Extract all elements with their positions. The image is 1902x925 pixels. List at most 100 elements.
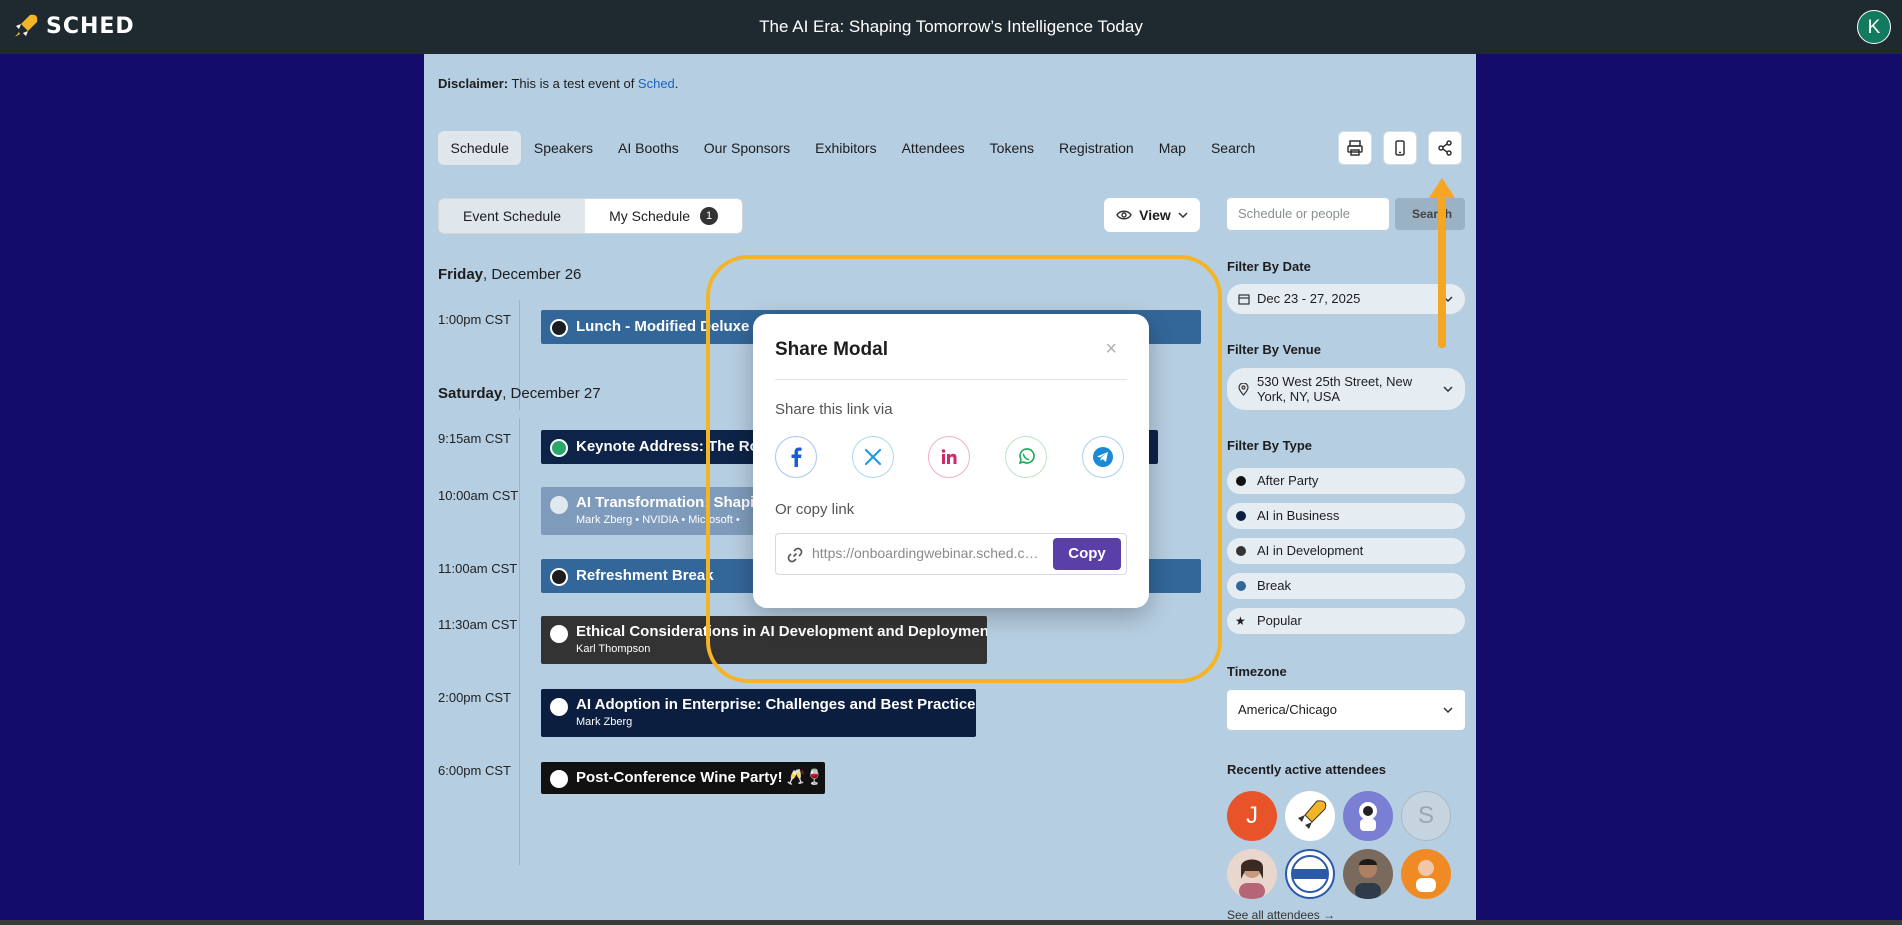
filter-date-label: Filter By Date [1227,259,1311,274]
session-time: 10:00am CST [438,488,519,503]
share-url[interactable]: https://onboardingwebinar.sched.com/ [812,545,1042,561]
mobile-button[interactable] [1383,131,1417,165]
session-title: AI Adoption in Enterprise: Challenges an… [576,696,976,713]
session-time: 2:00pm CST [438,690,511,705]
type-color-dot [1236,476,1246,486]
facebook-icon [791,447,802,467]
x-share-button[interactable] [852,436,894,478]
copy-link-field[interactable]: https://onboardingwebinar.sched.com/ Cop… [775,533,1127,575]
nav-ai-booths[interactable]: AI Booths [606,131,692,165]
printer-icon [1347,140,1363,156]
x-twitter-icon [864,448,882,466]
attendee-avatar[interactable] [1285,849,1335,899]
session-speakers: Mark Zberg [576,716,633,728]
disclaimer-text: This is a test event of [508,76,638,91]
pointer-arrow-icon [1429,178,1455,348]
user-avatar[interactable]: K [1857,10,1891,44]
linkedin-share-button[interactable] [928,436,970,478]
session-marker-icon[interactable] [550,770,568,788]
attendee-avatar[interactable]: S [1401,791,1451,841]
session-title: Post-Conference Wine Party! 🥂🍷 [576,769,825,786]
attendee-avatar[interactable] [1343,791,1393,841]
session-time: 11:30am CST [438,617,518,632]
nav-schedule[interactable]: Schedule [438,131,522,165]
nav-search[interactable]: Search [1198,131,1267,165]
my-schedule-count: 1 [700,207,719,225]
type-ai-in-business[interactable]: AI in Business [1227,503,1465,529]
session-marker-icon[interactable] [550,568,568,586]
day-weekday: Friday [438,266,484,283]
type-color-dot [1236,546,1246,556]
nav-map[interactable]: Map [1146,131,1198,165]
bottom-strip [0,920,1902,925]
filter-venue-value: 530 West 25th Street, New York, NY, USA [1257,374,1413,404]
copy-button[interactable]: Copy [1053,538,1121,570]
facebook-share-button[interactable] [775,436,817,478]
session-time: 11:00am CST [438,561,518,576]
search-input[interactable]: Schedule or people [1227,198,1389,230]
attendee-avatar[interactable] [1401,849,1451,899]
telegram-share-button[interactable] [1082,436,1124,478]
filter-type-label: Filter By Type [1227,438,1313,453]
chevron-down-icon [1443,707,1453,713]
telegram-icon [1093,447,1113,467]
nav-exhibitors[interactable]: Exhibitors [803,131,889,165]
person-photo-icon [1355,859,1381,899]
type-popular[interactable]: ★ Popular [1227,608,1465,634]
star-icon: ★ [1235,614,1246,628]
timeline-line [519,418,520,865]
day-heading-saturday: Saturday, December 27 [438,385,601,402]
session-marker-icon[interactable] [550,625,568,643]
nav-tokens[interactable]: Tokens [977,131,1046,165]
type-break[interactable]: Break [1227,573,1465,599]
timezone-select[interactable]: America/Chicago [1227,690,1465,730]
chevron-down-icon [1443,386,1453,392]
share-modal: Share Modal × Share this link via Or cop… [753,314,1149,608]
session-marker-icon[interactable] [550,698,568,716]
filter-venue-select[interactable]: 530 West 25th Street, New York, NY, USA [1227,368,1465,410]
main-nav: Schedule Speakers AI Booths Our Sponsors… [438,131,1268,165]
person-photo-icon [1239,859,1265,899]
session-marker-icon[interactable] [550,496,568,514]
session-ethical-considerations[interactable]: Ethical Considerations in AI Development… [541,616,987,664]
day-heading-friday: Friday, December 26 [438,266,581,283]
share-button[interactable] [1428,131,1462,165]
whatsapp-icon [1018,448,1035,465]
tab-event-schedule[interactable]: Event Schedule [439,199,586,233]
print-button[interactable] [1338,131,1372,165]
top-bar: SCHED The AI Era: Shaping Tomorrow’s Int… [0,0,1902,54]
calendar-icon [1238,294,1250,305]
close-icon[interactable]: × [1105,338,1117,361]
type-label: Break [1257,578,1291,593]
attendee-avatar[interactable] [1227,849,1277,899]
session-wine-party[interactable]: Post-Conference Wine Party! 🥂🍷 [541,762,825,794]
session-time: 9:15am CST [438,431,511,446]
type-label: After Party [1257,473,1319,488]
my-schedule-label: My Schedule [609,208,691,224]
link-icon [787,547,803,563]
eye-icon [1116,210,1132,220]
rocket-icon [1298,800,1327,829]
type-after-party[interactable]: After Party [1227,468,1465,494]
nav-registration[interactable]: Registration [1047,131,1147,165]
sample-stamp-icon [1291,855,1329,893]
view-button[interactable]: View [1104,198,1200,232]
timezone-value: America/Chicago [1238,702,1337,717]
whatsapp-share-button[interactable] [1005,436,1047,478]
filter-venue-label: Filter By Venue [1227,342,1321,357]
attendee-avatar[interactable] [1285,791,1335,841]
schedule-toggle: Event Schedule My Schedule 1 [438,198,744,234]
attendee-avatar[interactable]: J [1227,791,1277,841]
tab-my-schedule[interactable]: My Schedule 1 [585,199,743,233]
sched-link[interactable]: Sched [638,76,675,91]
nav-speakers[interactable]: Speakers [521,131,605,165]
session-ai-adoption[interactable]: AI Adoption in Enterprise: Challenges an… [541,689,976,737]
type-ai-in-development[interactable]: AI in Development [1227,538,1465,564]
copy-link-label: Or copy link [775,501,855,518]
nav-our-sponsors[interactable]: Our Sponsors [691,131,802,165]
checked-icon[interactable] [550,439,568,457]
session-marker-icon[interactable] [550,319,568,337]
day-weekday: Saturday [438,385,503,402]
attendee-avatar[interactable] [1343,849,1393,899]
nav-attendees[interactable]: Attendees [889,131,977,165]
